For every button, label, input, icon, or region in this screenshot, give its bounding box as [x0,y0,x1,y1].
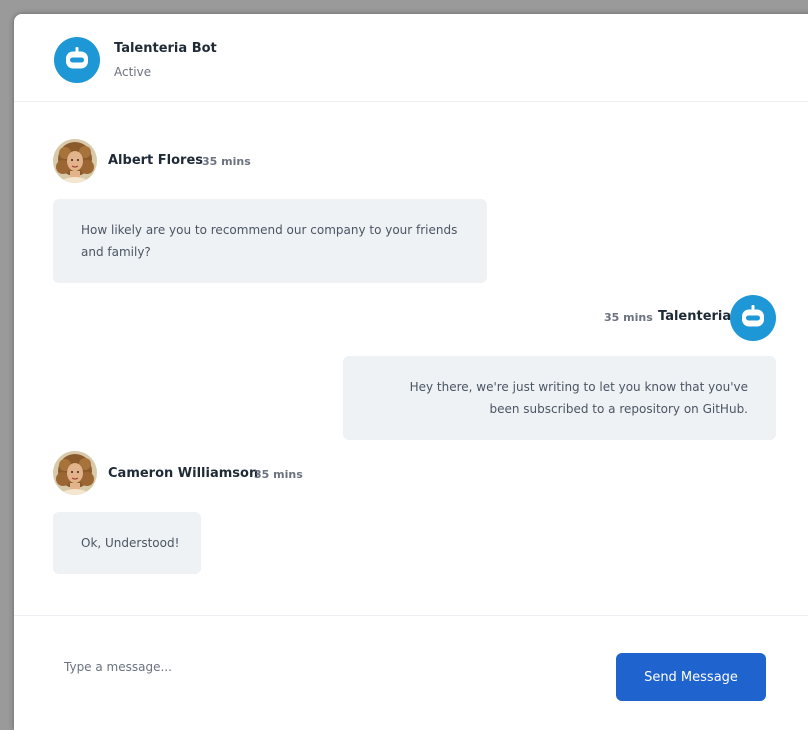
send-message-button[interactable]: Send Message [616,653,766,701]
sender-name: Albert Flores [108,153,204,168]
message-time: 35 mins [202,155,251,168]
user-photo-icon [53,139,97,183]
sender-name: Talenteria [658,309,732,324]
robot-icon [730,295,776,341]
chat-header: Talenteria Bot Active [14,14,808,102]
message-input[interactable] [64,650,584,684]
user-photo-icon [53,451,97,495]
composer-divider [14,615,808,616]
robot-icon [54,37,100,83]
chat-title: Talenteria Bot [114,41,217,56]
avatar [53,451,97,495]
chat-window: Talenteria Bot Active Albert Flores 35 m… [14,14,808,730]
chat-status: Active [114,65,152,79]
sender-name: Cameron Williamson [108,466,259,481]
avatar [53,139,97,183]
bot-avatar [54,37,100,83]
message-time: 35 mins [604,311,653,324]
message-time: 35 mins [254,468,303,481]
message-bubble: How likely are you to recommend our comp… [53,199,487,283]
message-bubble: Hey there, we're just writing to let you… [343,356,776,440]
bot-avatar [730,295,776,341]
message-bubble: Ok, Understood! [53,512,201,574]
